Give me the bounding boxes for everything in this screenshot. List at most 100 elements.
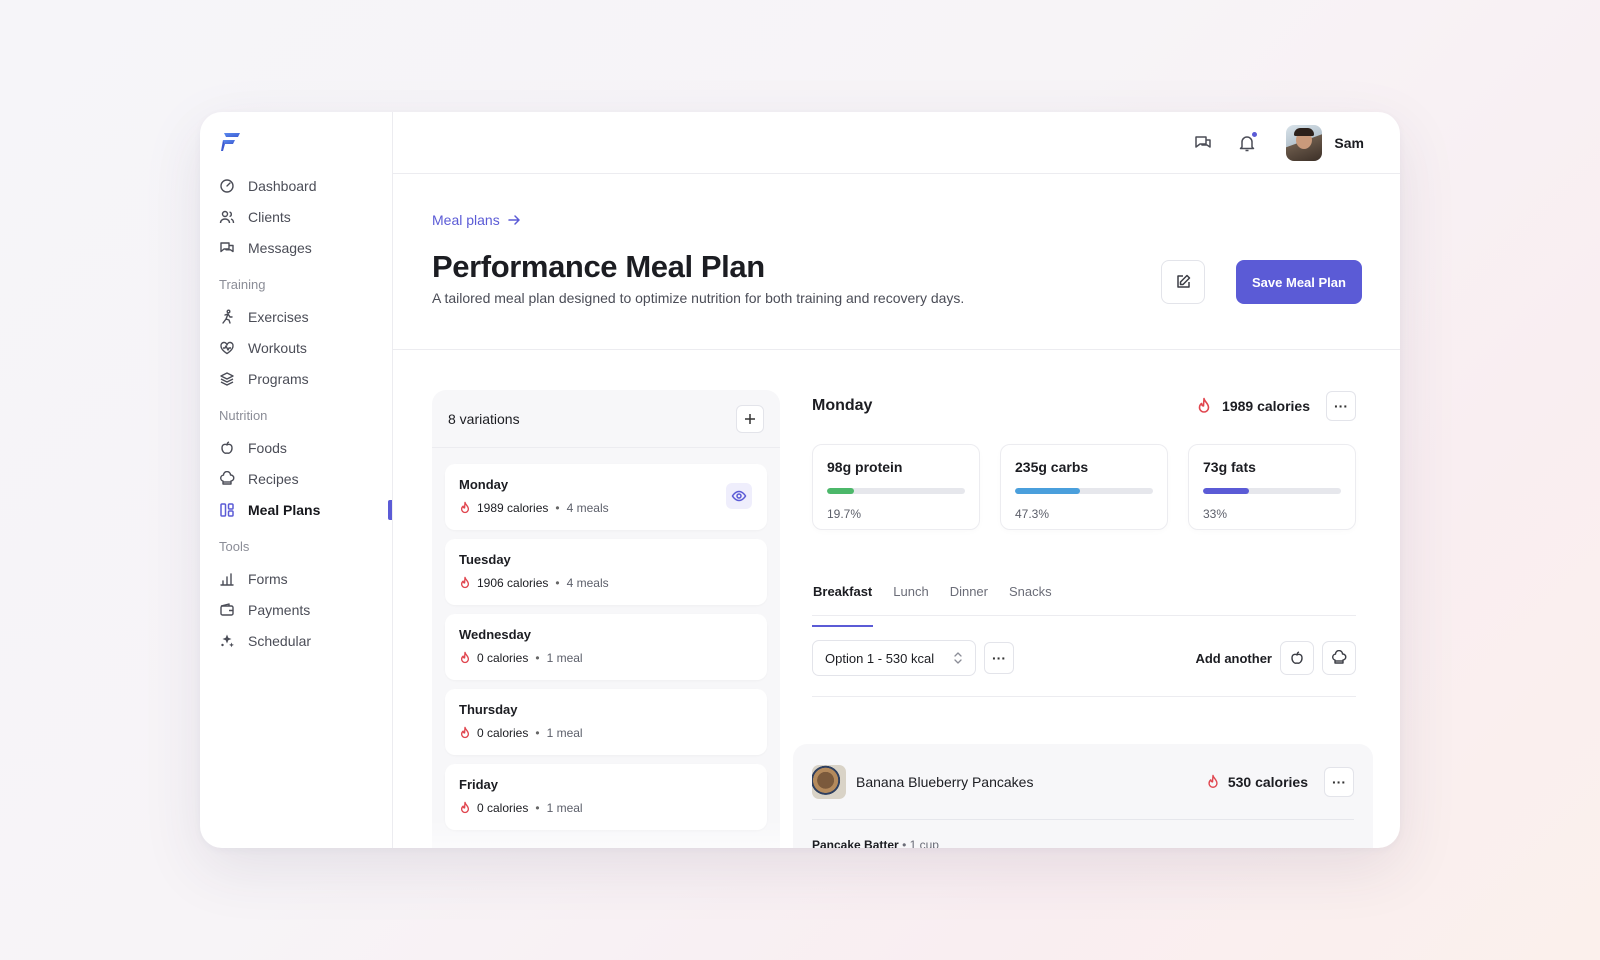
foods-icon [219, 440, 235, 456]
day-name: Thursday [459, 702, 518, 717]
sidebar-item-label: Foods [248, 439, 287, 456]
meal-tabs: Breakfast Lunch Dinner Snacks [812, 584, 1356, 627]
separator-dot: • [555, 501, 560, 515]
day-calories: 0 calories [477, 801, 529, 815]
meal-more-button[interactable]: ··· [1324, 767, 1354, 797]
day-meals: 1 meal [546, 651, 583, 665]
day-name: Friday [459, 777, 499, 792]
messages-icon[interactable] [1192, 132, 1214, 154]
macros: 98g protein 19.7% 235g carbs 47.3% 73g fats 3… [812, 444, 1356, 530]
day-calories: 1989 calories [477, 501, 549, 515]
sidebar-item-forms[interactable]: Forms [219, 563, 392, 594]
sidebar-item-recipes[interactable]: Recipes [219, 463, 392, 494]
macro-progress-fill [1015, 488, 1081, 494]
day-calories: 1906 calories [477, 576, 549, 590]
day-meals: 4 meals [566, 576, 609, 590]
meal-calories-label: 530 calories [1227, 774, 1308, 790]
option-row: Option 1 - 530 kcal ··· Add another [812, 640, 1356, 676]
page-title: Performance Meal Plan [432, 249, 765, 284]
breadcrumb[interactable]: Meal plans [432, 212, 521, 228]
detail-day: Monday [812, 397, 873, 414]
day-meals: 1 meal [546, 801, 583, 815]
tab-dinner[interactable]: Dinner [949, 584, 989, 615]
username[interactable]: Sam [1334, 135, 1364, 151]
macro-progress-bar [1203, 488, 1341, 494]
sidebar-item-exercises[interactable]: Exercises [219, 301, 392, 332]
sidebar-item-label: Exercises [248, 308, 309, 325]
day-meta: 0 calories • 1 meal [459, 726, 753, 740]
day-meta: 1989 calories • 4 meals [459, 501, 753, 515]
sidebar-item-workouts[interactable]: Workouts [219, 332, 392, 363]
active-indicator [388, 499, 392, 520]
day-card-tuesday[interactable]: Tuesday 1906 calories • 4 meals [445, 539, 767, 605]
sidebar-item-label: Recipes [248, 470, 299, 487]
meal-row[interactable]: Banana Blueberry Pancakes 530 calories ·… [812, 764, 1354, 800]
meal-ingredient: Pancake Batter • 1 cup [812, 838, 1354, 848]
macro-card: 235g carbs 47.3% [1000, 444, 1168, 530]
sidebar-item-label: Forms [248, 570, 288, 587]
separator-dot: • [555, 576, 560, 590]
day-card-wednesday[interactable]: Wednesday 0 calories • 1 meal [445, 614, 767, 680]
day-name: Monday [459, 477, 509, 492]
option-select[interactable]: Option 1 - 530 kcal [812, 640, 976, 676]
macro-card: 73g fats 33% [1188, 444, 1356, 530]
topbar: Sam [393, 112, 1400, 174]
flame-icon [459, 726, 471, 740]
dashboard-icon [219, 178, 235, 194]
flame-icon [459, 501, 471, 515]
tab-snacks[interactable]: Snacks [1008, 584, 1053, 615]
avatar[interactable] [1286, 124, 1323, 161]
list-fade [432, 820, 780, 848]
eye-icon[interactable] [726, 483, 752, 509]
sidebar-item-label: Dashboard [248, 177, 317, 194]
separator-dot: • [535, 801, 540, 815]
sidebar-item-schedular[interactable]: Schedular [219, 625, 392, 656]
add-another-label: Add another [1195, 650, 1272, 666]
meal-plans-icon [219, 502, 235, 518]
option-divider [812, 696, 1356, 697]
sidebar-item-programs[interactable]: Programs [219, 363, 392, 394]
workouts-icon [219, 340, 235, 356]
meal-thumbnail [812, 765, 846, 799]
sidebar-item-dashboard[interactable]: Dashboard [219, 170, 392, 201]
day-calories: 0 calories [477, 651, 529, 665]
save-meal-plan-button[interactable]: Save Meal Plan [1236, 260, 1362, 304]
sidebar-item-messages[interactable]: Messages [219, 232, 392, 263]
meal-name: Banana Blueberry Pancakes [856, 774, 1034, 790]
sidebar-item-label: Messages [248, 239, 312, 256]
sidebar-item-meal-plans[interactable]: Meal Plans [219, 494, 392, 525]
sidebar-item-payments[interactable]: Payments [219, 594, 392, 625]
add-food-button[interactable] [1280, 641, 1314, 675]
day-meta: 0 calories • 1 meal [459, 801, 753, 815]
flame-icon [1206, 774, 1220, 790]
macro-progress-bar [827, 488, 965, 494]
meal-panel: Banana Blueberry Pancakes 530 calories ·… [793, 744, 1373, 848]
option-select-value: Option 1 - 530 kcal [825, 650, 935, 666]
sidebar-item-foods[interactable]: Foods [219, 432, 392, 463]
variations-header: 8 variations [432, 390, 780, 448]
sidebar-item-label: Meal Plans [248, 501, 321, 518]
ingredient-qty: 1 cup [909, 838, 939, 848]
chevron-up-down-icon [953, 651, 963, 665]
day-more-button[interactable]: ··· [1326, 391, 1356, 421]
day-card-monday[interactable]: Monday 1989 calories • 4 meals [445, 464, 767, 530]
option-more-button[interactable]: ··· [984, 642, 1014, 674]
day-card-thursday[interactable]: Thursday 0 calories • 1 meal [445, 689, 767, 755]
sidebar-item-label: Programs [248, 370, 309, 387]
sidebar-item-clients[interactable]: Clients [219, 201, 392, 232]
macro-label: 235g carbs [1015, 459, 1089, 475]
tab-lunch[interactable]: Lunch [892, 584, 929, 615]
tab-breakfast[interactable]: Breakfast [812, 584, 874, 627]
add-recipe-button[interactable] [1322, 641, 1356, 675]
app-window: Dashboard Clients Messages Training Exerci… [200, 112, 1400, 848]
day-list: Monday 1989 calories • 4 meals Tuesday 1906 c… [432, 464, 780, 830]
detail-header: Monday 1989 calories ··· [812, 390, 1356, 422]
app-logo[interactable] [219, 130, 243, 154]
bell-icon[interactable] [1236, 130, 1259, 154]
add-variation-button[interactable] [736, 404, 764, 433]
page-subtitle: A tailored meal plan designed to optimiz… [432, 290, 965, 306]
payments-icon [219, 602, 235, 618]
schedular-icon [219, 633, 235, 649]
exercises-icon [219, 309, 235, 325]
edit-button[interactable] [1161, 260, 1205, 304]
